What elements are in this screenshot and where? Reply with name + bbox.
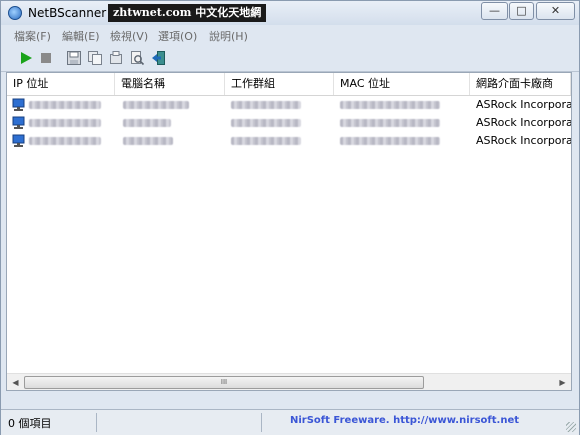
watermark-banner: zhtwnet.com 中文化天地網 — [108, 4, 267, 22]
table-row[interactable]: ASRock Incorporat — [7, 114, 571, 132]
menu-bar: 檔案(F) 編輯(E) 檢視(V) 選項(O) 說明(H) — [1, 25, 579, 45]
menu-file[interactable]: 檔案(F) — [14, 28, 51, 44]
save-icon[interactable] — [66, 50, 82, 66]
title-bar[interactable]: NetBScanner zhtwnet.com 中文化天地網 — □ ✕ — [1, 1, 579, 25]
play-icon[interactable] — [18, 50, 34, 66]
properties-icon[interactable] — [108, 50, 124, 66]
workgroup-redacted — [231, 137, 301, 145]
column-header-ip[interactable]: IP 位址 — [7, 73, 115, 95]
find-icon[interactable] — [129, 50, 145, 66]
scroll-right-arrow[interactable]: ▶ — [554, 374, 571, 390]
item-count: 0 個項目 — [8, 417, 52, 430]
minimize-button[interactable]: — — [481, 2, 508, 20]
computer-name-redacted — [123, 101, 189, 109]
netbscanner-app-icon — [8, 6, 22, 20]
close-button[interactable]: ✕ — [536, 2, 575, 20]
status-bar: 0 個項目 NirSoft Freeware. http://www.nirso… — [1, 409, 579, 435]
vendor-cell: ASRock Incorporat — [476, 98, 571, 111]
computer-icon — [12, 98, 25, 111]
status-divider — [261, 413, 262, 432]
column-header-mac[interactable]: MAC 位址 — [334, 73, 470, 95]
menu-edit[interactable]: 編輯(E) — [62, 28, 100, 44]
mac-redacted — [340, 137, 440, 145]
resize-grip-icon[interactable] — [566, 422, 576, 432]
menu-view[interactable]: 檢視(V) — [110, 28, 148, 44]
list-header: IP 位址 電腦名稱 工作群組 MAC 位址 網路介面卡廠商 — [7, 73, 571, 96]
column-header-workgroup[interactable]: 工作群組 — [225, 73, 334, 95]
window-title: NetBScanner — [28, 6, 107, 20]
copy-icon[interactable] — [87, 50, 103, 66]
status-divider — [96, 413, 97, 432]
toolbar — [1, 45, 579, 72]
app-window: NetBScanner zhtwnet.com 中文化天地網 — □ ✕ 檔案(… — [0, 0, 580, 435]
computer-name-redacted — [123, 137, 173, 145]
menu-options[interactable]: 選項(O) — [158, 28, 197, 44]
maximize-button[interactable]: □ — [509, 2, 534, 20]
ip-value-redacted — [29, 137, 101, 145]
column-header-computer-name[interactable]: 電腦名稱 — [115, 73, 225, 95]
workgroup-redacted — [231, 101, 301, 109]
mac-redacted — [340, 119, 440, 127]
mac-redacted — [340, 101, 440, 109]
vendor-cell: ASRock Incorporat — [476, 116, 571, 129]
scroll-thumb[interactable]: III — [24, 376, 424, 389]
nirsoft-link[interactable]: NirSoft Freeware. http://www.nirsoft.net — [290, 415, 519, 426]
table-row[interactable]: ASRock Incorporat — [7, 96, 571, 114]
menu-help[interactable]: 說明(H) — [209, 28, 248, 44]
vendor-cell: ASRock Incorporat — [476, 134, 571, 147]
table-row[interactable]: ASRock Incorporat — [7, 132, 571, 150]
results-list[interactable]: IP 位址 電腦名稱 工作群組 MAC 位址 網路介面卡廠商 ASRock In… — [6, 72, 572, 391]
scroll-left-arrow[interactable]: ◀ — [7, 374, 24, 390]
computer-icon — [12, 134, 25, 147]
stop-icon[interactable] — [38, 50, 54, 66]
horizontal-scrollbar[interactable]: ◀ III ▶ — [7, 373, 571, 390]
ip-value-redacted — [29, 101, 101, 109]
computer-name-redacted — [123, 119, 171, 127]
exit-icon[interactable] — [151, 50, 167, 66]
column-header-vendor[interactable]: 網路介面卡廠商 — [470, 73, 571, 95]
workgroup-redacted — [231, 119, 301, 127]
ip-value-redacted — [29, 119, 101, 127]
computer-icon — [12, 116, 25, 129]
